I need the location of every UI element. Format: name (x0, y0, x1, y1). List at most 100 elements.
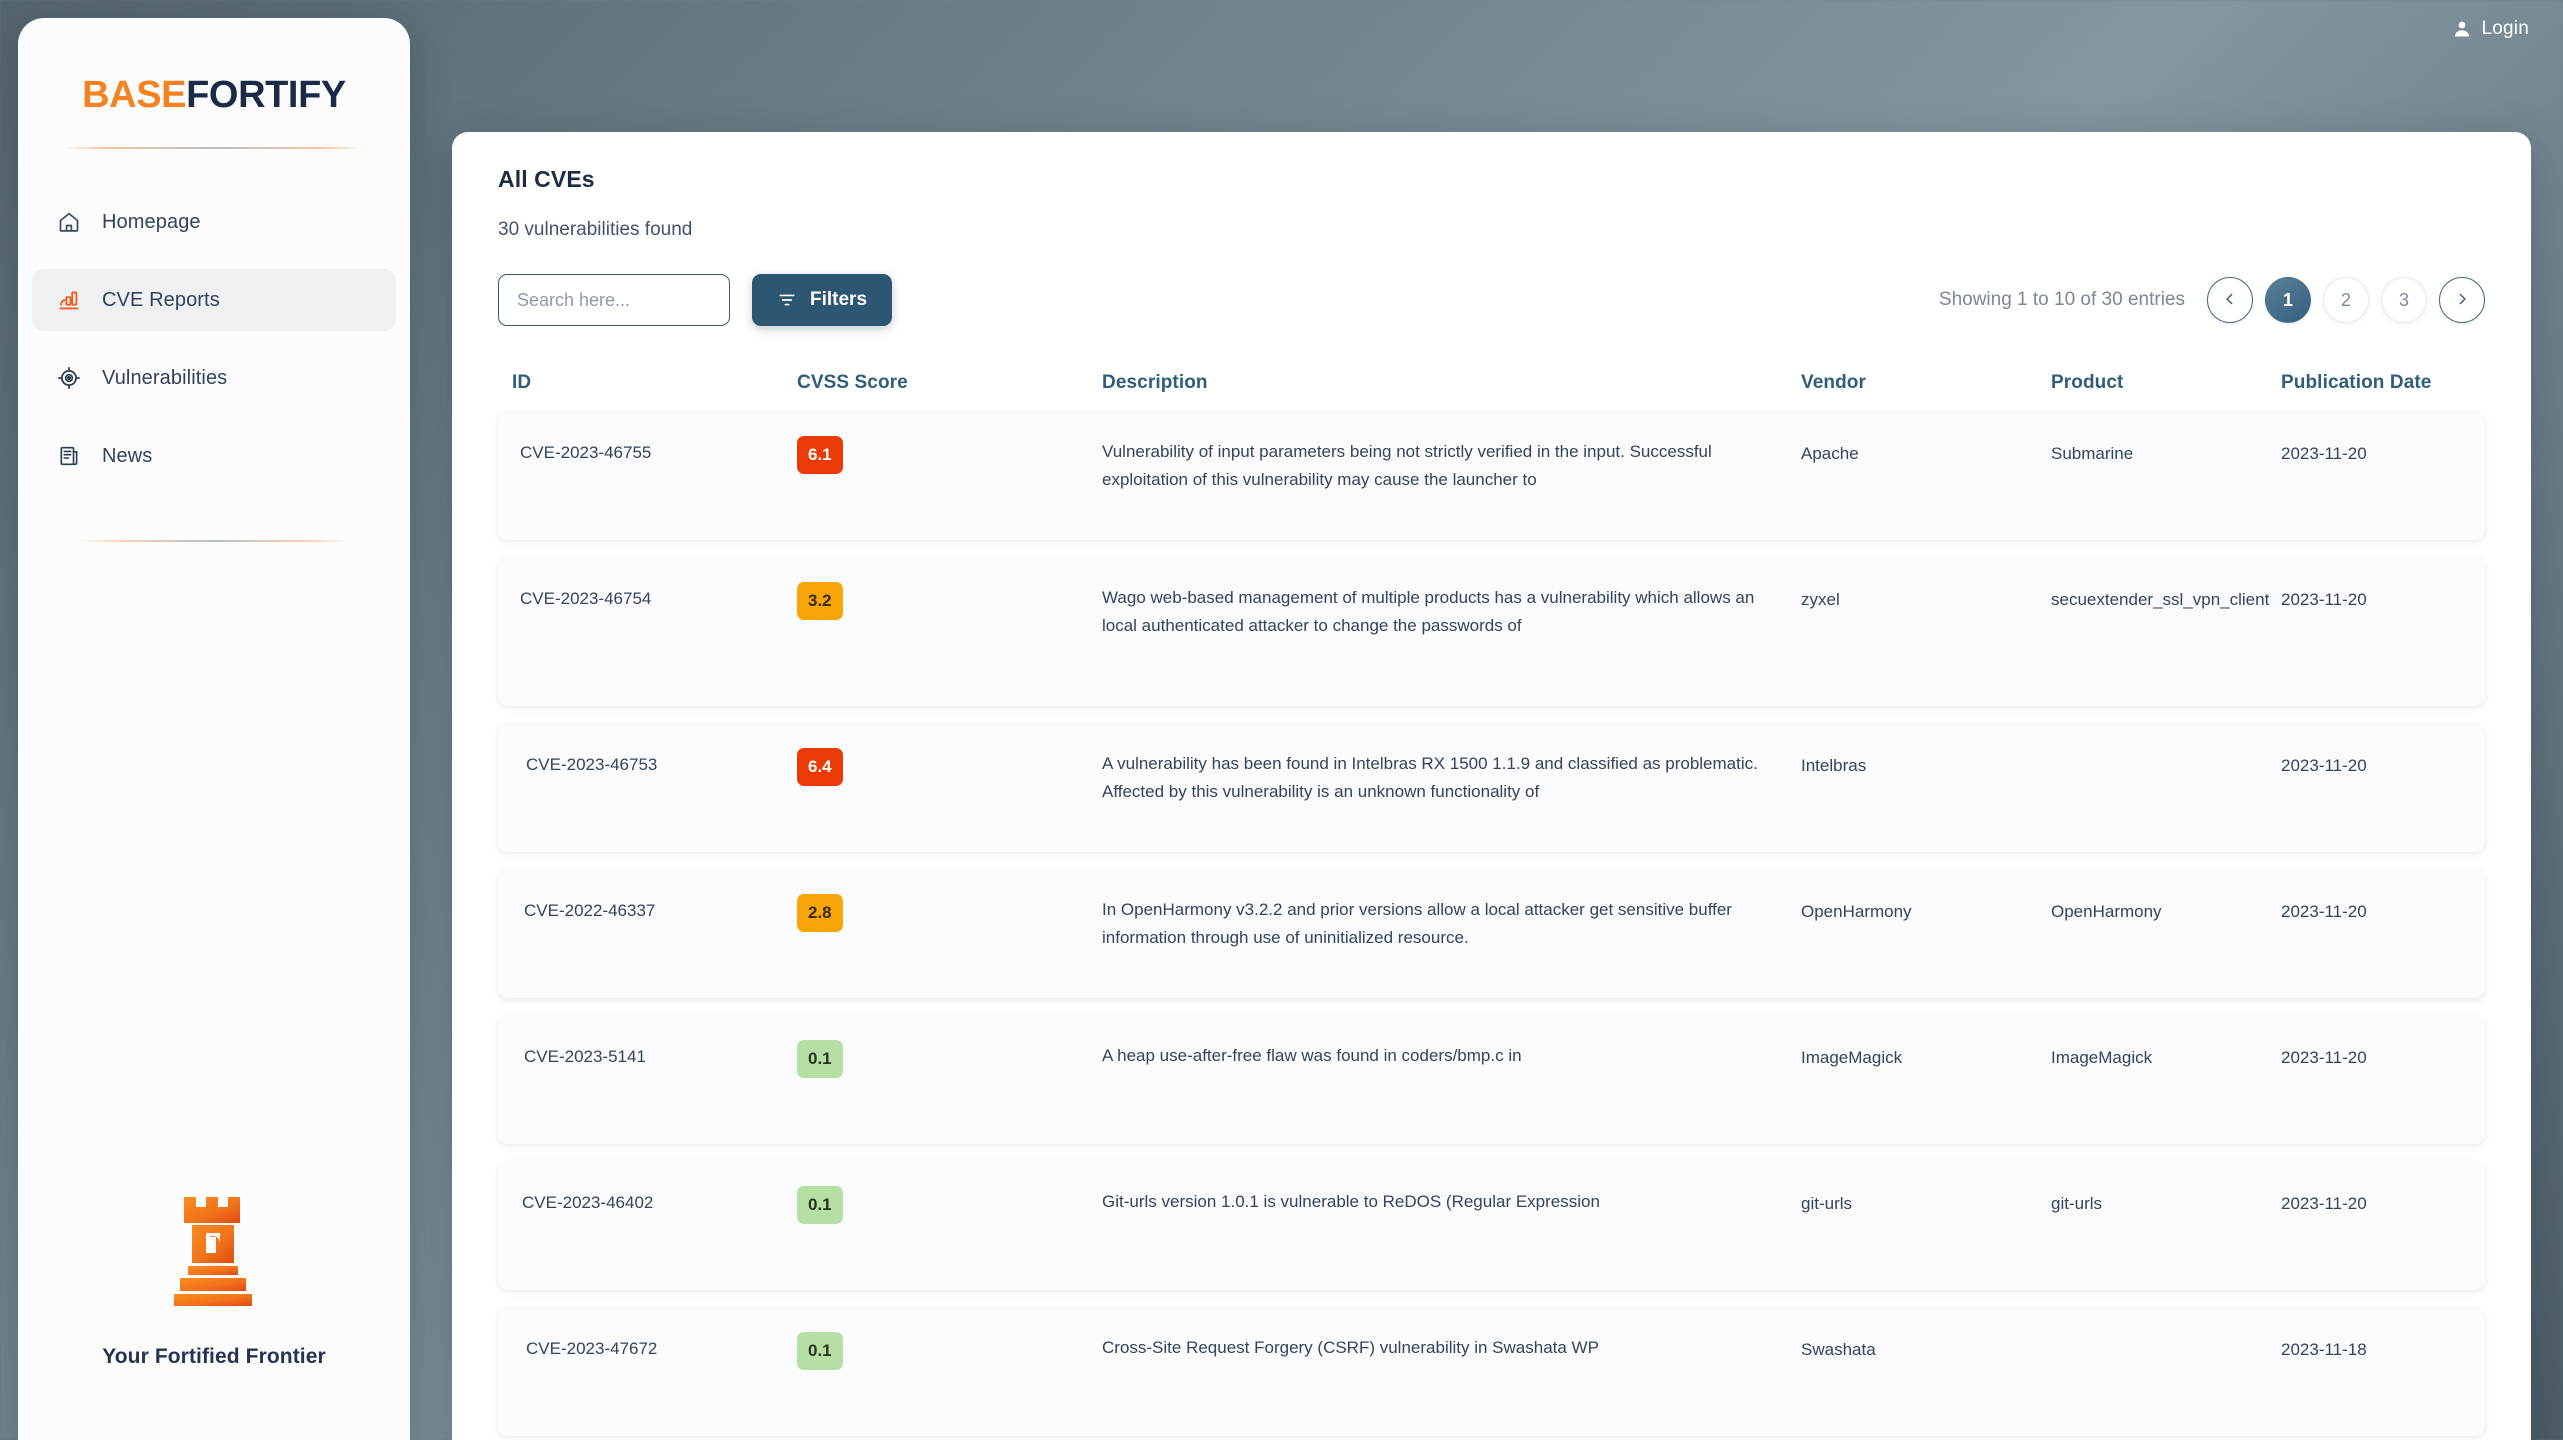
login-label: Login (2481, 18, 2529, 39)
search-input[interactable] (498, 274, 730, 326)
cell-vendor: zyxel (1801, 590, 1840, 609)
cell-cve-id: CVE-2023-46755 (520, 443, 652, 462)
cell-description: Wago web-based management of multiple pr… (1102, 588, 1755, 635)
status-badge: 0.1 (797, 1040, 843, 1078)
status-badge: 3.2 (797, 582, 843, 620)
status-badge: 0.1 (797, 1186, 843, 1224)
sidebar-item-news[interactable]: News (32, 425, 396, 487)
cell-description: A vulnerability has been found in Intelb… (1102, 754, 1758, 801)
page-title: All CVEs (498, 166, 595, 192)
cell-vendor: git-urls (1801, 1194, 1853, 1213)
cve-reports-panel: All CVEs 30 vulnerabilities found Filter… (452, 132, 2531, 1440)
cell-description: Vulnerability of input parameters being … (1102, 442, 1712, 489)
table-body: CVE-2023-46755 6.1 Vulnerability of inpu… (498, 412, 2485, 1436)
brand-logo[interactable]: BASEFORTIFY (18, 74, 410, 117)
cell-cvss-score: 0.1 (797, 1186, 1102, 1290)
cell-description: A heap use-after-free flaw was found in … (1102, 1046, 1522, 1065)
cell-description: Cross-Site Request Forgery (CSRF) vulner… (1102, 1338, 1599, 1357)
target-icon (56, 365, 82, 391)
status-badge: 2.8 (797, 894, 843, 932)
chevron-left-icon (2223, 290, 2237, 311)
chevron-right-icon (2455, 290, 2469, 311)
column-header-cvss: CVSS Score (797, 372, 908, 393)
toolbar-left-group: Filters (498, 274, 893, 326)
cell-cvss-score: 6.4 (797, 748, 1102, 852)
user-icon (2452, 19, 2472, 39)
cell-product: git-urls (2051, 1194, 2103, 1213)
status-badge: 6.1 (797, 436, 843, 474)
sidebar-item-homepage[interactable]: Homepage (32, 191, 396, 253)
cell-publication-date: 2023-11-20 (2281, 1194, 2367, 1213)
cell-cve-id: CVE-2022-46337 (524, 901, 656, 920)
sidebar-item-label: Vulnerabilities (102, 366, 228, 389)
cell-cve-id: CVE-2023-47672 (526, 1339, 658, 1358)
cell-cvss-score: 0.1 (797, 1040, 1102, 1144)
newspaper-icon (56, 443, 82, 469)
rook-chess-piece-icon (174, 1197, 252, 1306)
pagination-page-2[interactable]: 2 (2323, 277, 2369, 323)
pagination: 1 2 3 (2207, 277, 2485, 323)
filters-label: Filters (810, 289, 868, 310)
sidebar-item-label: CVE Reports (102, 288, 220, 311)
top-bar: Login (0, 0, 2563, 58)
cell-cve-id: CVE-2023-46754 (520, 589, 652, 608)
cell-cvss-score: 6.1 (797, 436, 1102, 540)
cell-cve-id: CVE-2023-5141 (524, 1047, 646, 1066)
sidebar-item-cve-reports[interactable]: CVE Reports (32, 269, 396, 331)
cell-publication-date: 2023-11-20 (2281, 590, 2367, 609)
pagination-page-1[interactable]: 1 (2265, 277, 2311, 323)
cell-product: OpenHarmony (2051, 902, 2162, 921)
column-header-description: Description (1102, 372, 1208, 393)
pagination-next-button[interactable] (2439, 277, 2485, 323)
cell-product: Submarine (2051, 444, 2134, 463)
cell-cve-id: CVE-2023-46753 (526, 755, 658, 774)
table-row[interactable]: CVE-2023-46754 3.2 Wago web-based manage… (498, 558, 2485, 706)
filters-button[interactable]: Filters (752, 274, 893, 326)
sidebar-footer: Your Fortified Frontier (18, 1193, 410, 1369)
table-toolbar: Filters Showing 1 to 10 of 30 entries 1 … (498, 274, 2485, 326)
sidebar-item-vulnerabilities[interactable]: Vulnerabilities (32, 347, 396, 409)
status-badge: 6.4 (797, 748, 843, 786)
cell-cve-id: CVE-2023-46402 (522, 1193, 654, 1212)
cell-description: Git-urls version 1.0.1 is vulnerable to … (1102, 1192, 1600, 1211)
sidebar-section-divider (78, 540, 350, 542)
sidebar-nav: Homepage CVE Reports Vulnerabilities New… (18, 191, 410, 487)
filter-icon (777, 290, 797, 310)
cell-product: secuextender_ssl_vpn_client (2051, 590, 2270, 609)
bar-chart-icon (56, 287, 82, 313)
cell-description: In OpenHarmony v3.2.2 and prior versions… (1102, 900, 1732, 947)
sidebar-item-label: Homepage (102, 210, 201, 233)
cell-publication-date: 2023-11-20 (2281, 444, 2367, 463)
cell-cvss-score: 2.8 (797, 894, 1102, 998)
sidebar-tagline: Your Fortified Frontier (102, 1345, 326, 1368)
cell-vendor: Swashata (1801, 1340, 1876, 1359)
brand-second: FORTIFY (186, 74, 346, 116)
cell-publication-date: 2023-11-20 (2281, 902, 2367, 921)
cell-publication-date: 2023-11-20 (2281, 1048, 2367, 1067)
cell-publication-date: 2023-11-18 (2281, 1340, 2367, 1359)
cell-vendor: Intelbras (1801, 756, 1867, 775)
table-row[interactable]: CVE-2022-46337 2.8 In OpenHarmony v3.2.2… (498, 870, 2485, 998)
login-button[interactable]: Login (2452, 18, 2530, 40)
cell-publication-date: 2023-11-20 (2281, 756, 2367, 775)
cell-vendor: OpenHarmony (1801, 902, 1912, 921)
table-row[interactable]: CVE-2023-46402 0.1 Git-urls version 1.0.… (498, 1162, 2485, 1290)
table-row[interactable]: CVE-2023-46753 6.4 A vulnerability has b… (498, 724, 2485, 852)
column-header-vendor: Vendor (1801, 372, 1867, 393)
cell-vendor: ImageMagick (1801, 1048, 1903, 1067)
pagination-page-3[interactable]: 3 (2381, 277, 2427, 323)
table-row[interactable]: CVE-2023-47672 0.1 Cross-Site Request Fo… (498, 1308, 2485, 1436)
table-row[interactable]: CVE-2023-5141 0.1 A heap use-after-free … (498, 1016, 2485, 1144)
table-row[interactable]: CVE-2023-46755 6.1 Vulnerability of inpu… (498, 412, 2485, 540)
toolbar-right-group: Showing 1 to 10 of 30 entries 1 2 3 (1939, 277, 2485, 323)
brand-first: BASE (82, 74, 187, 116)
brand-divider (64, 147, 364, 149)
column-header-id: ID (512, 372, 532, 393)
cell-cvss-score: 3.2 (797, 582, 1102, 706)
status-badge: 0.1 (797, 1332, 843, 1370)
table-header-row: ID CVSS Score Description Vendor Product… (498, 362, 2485, 404)
cell-cvss-score: 0.1 (797, 1332, 1102, 1436)
entries-summary: Showing 1 to 10 of 30 entries (1938, 289, 2185, 310)
pagination-prev-button[interactable] (2207, 277, 2253, 323)
cell-product (2051, 1332, 2281, 1436)
